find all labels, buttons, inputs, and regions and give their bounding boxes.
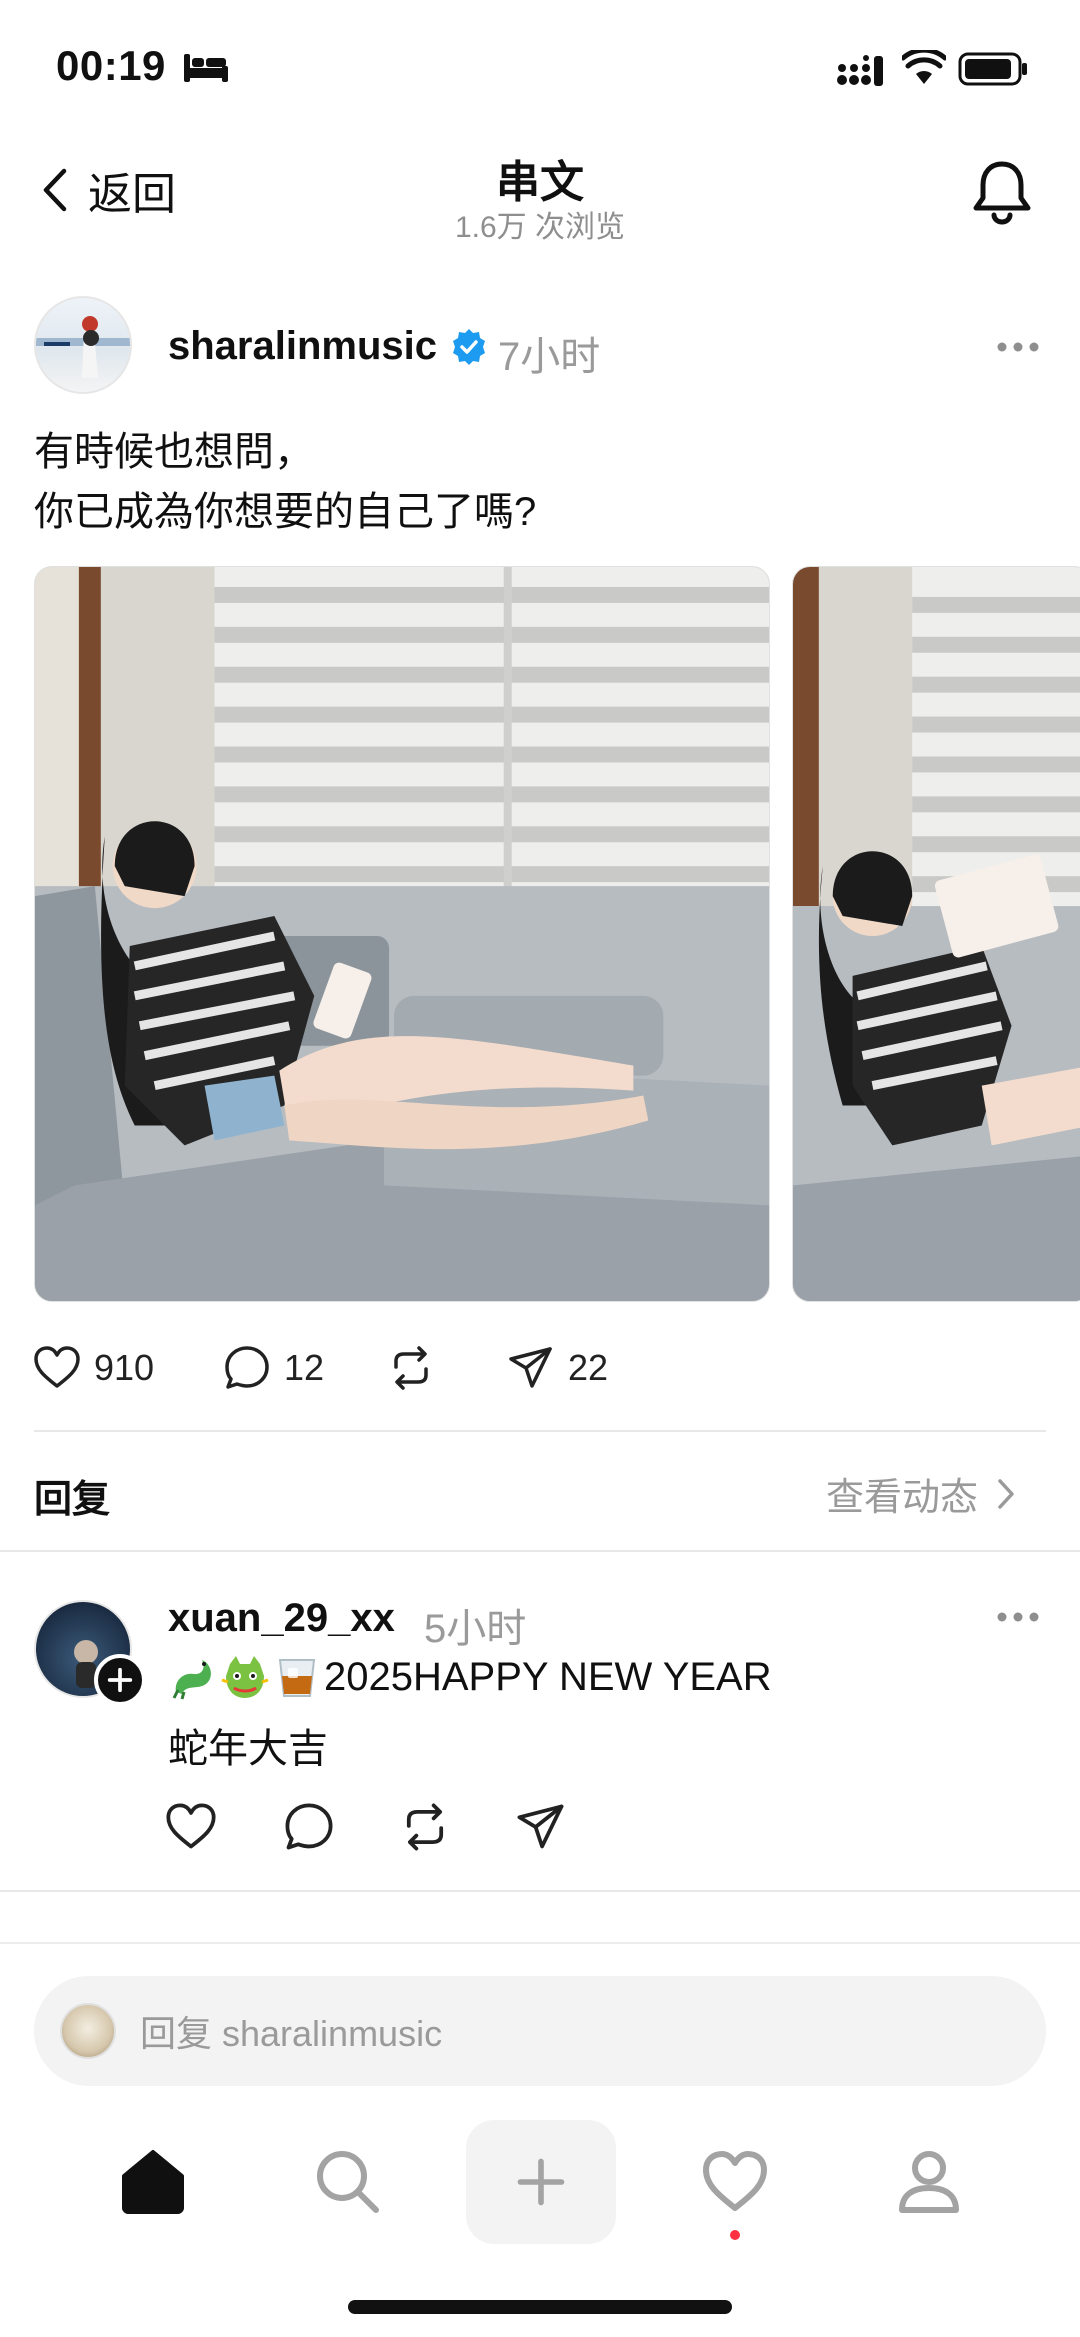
replies-title: 回复 — [34, 1479, 111, 1521]
view-activity-label: 查看动态 — [826, 1477, 979, 1519]
more-icon[interactable] — [996, 1610, 1040, 1624]
share-count: 22 — [568, 1347, 609, 1388]
verified-icon — [453, 329, 485, 365]
create-post-button[interactable] — [466, 2120, 616, 2244]
reply-composer[interactable]: 回复 sharalinmusic — [34, 1976, 1046, 2086]
divider — [0, 1890, 1080, 1892]
reply-username[interactable]: xuan_29_xx — [168, 1596, 395, 1641]
plus-icon — [517, 2158, 565, 2206]
post-username[interactable]: sharalinmusic — [168, 324, 437, 369]
post-avatar[interactable] — [34, 296, 132, 394]
bed-icon — [184, 54, 228, 82]
reply-text-line1-label: 2025HAPPY NEW YEAR — [324, 1654, 772, 1699]
comment-count: 12 — [284, 1347, 325, 1388]
divider — [34, 1430, 1046, 1432]
heart-icon — [34, 1346, 80, 1388]
chevron-right-icon — [998, 1478, 1014, 1509]
share-button[interactable]: 22 — [506, 1340, 608, 1396]
composer-divider — [0, 1942, 1080, 1944]
activity-heart-icon[interactable] — [700, 2146, 770, 2216]
page-title: 串文 — [496, 158, 584, 207]
search-icon[interactable] — [312, 2146, 382, 2216]
reply-text-line1: 2025HAPPY NEW YEAR — [168, 1652, 772, 1702]
dragon-face-emoji-icon — [221, 1656, 269, 1698]
reply-comment-icon[interactable] — [282, 1800, 336, 1854]
notification-dot — [730, 2230, 740, 2240]
reply-heart-icon[interactable] — [164, 1800, 218, 1854]
home-indicator — [348, 2300, 732, 2314]
composer-avatar — [60, 2003, 116, 2059]
reply-time: 5小时 — [424, 1607, 527, 1651]
reply-repost-icon[interactable] — [398, 1800, 452, 1854]
view-activity-link[interactable]: 查看动态 — [826, 1466, 1016, 1521]
like-button[interactable]: 910 — [32, 1340, 154, 1396]
follow-button[interactable] — [94, 1654, 146, 1706]
reply-share-icon[interactable] — [514, 1800, 568, 1854]
share-icon — [509, 1347, 552, 1388]
repost-button[interactable] — [386, 1340, 436, 1396]
plus-icon — [107, 1667, 133, 1693]
post-text-line2: 你已成為你想要的自己了嗎? — [34, 490, 537, 534]
comment-icon — [225, 1346, 269, 1389]
view-count: 1.6万 次浏览 — [454, 211, 626, 244]
wifi-icon — [902, 50, 946, 84]
home-icon[interactable] — [118, 2146, 188, 2216]
whisky-glass-emoji-icon — [278, 1659, 316, 1697]
repost-icon — [394, 1346, 428, 1390]
battery-icon — [958, 52, 1027, 86]
comment-button[interactable]: 12 — [222, 1340, 324, 1396]
dragon-emoji-icon — [172, 1660, 211, 1700]
status-time: 00:19 — [56, 42, 166, 89]
like-count: 910 — [94, 1347, 155, 1388]
divider — [0, 1550, 1080, 1552]
post-text-line1: 有時候也想問， — [34, 430, 314, 474]
post-image-2[interactable] — [792, 566, 1080, 1302]
post-text: 有時候也想問， 你已成為你想要的自己了嗎? — [34, 422, 536, 542]
signal-icon — [837, 55, 883, 86]
post-image-1[interactable] — [34, 566, 770, 1302]
composer-placeholder: 回复 sharalinmusic — [140, 2013, 443, 2054]
bell-icon[interactable] — [970, 156, 1034, 226]
post-time: 7小时 — [498, 335, 601, 379]
more-icon[interactable] — [996, 340, 1040, 354]
reply-text-line2: 蛇年大吉 — [168, 1727, 328, 1771]
profile-icon[interactable] — [894, 2146, 964, 2216]
